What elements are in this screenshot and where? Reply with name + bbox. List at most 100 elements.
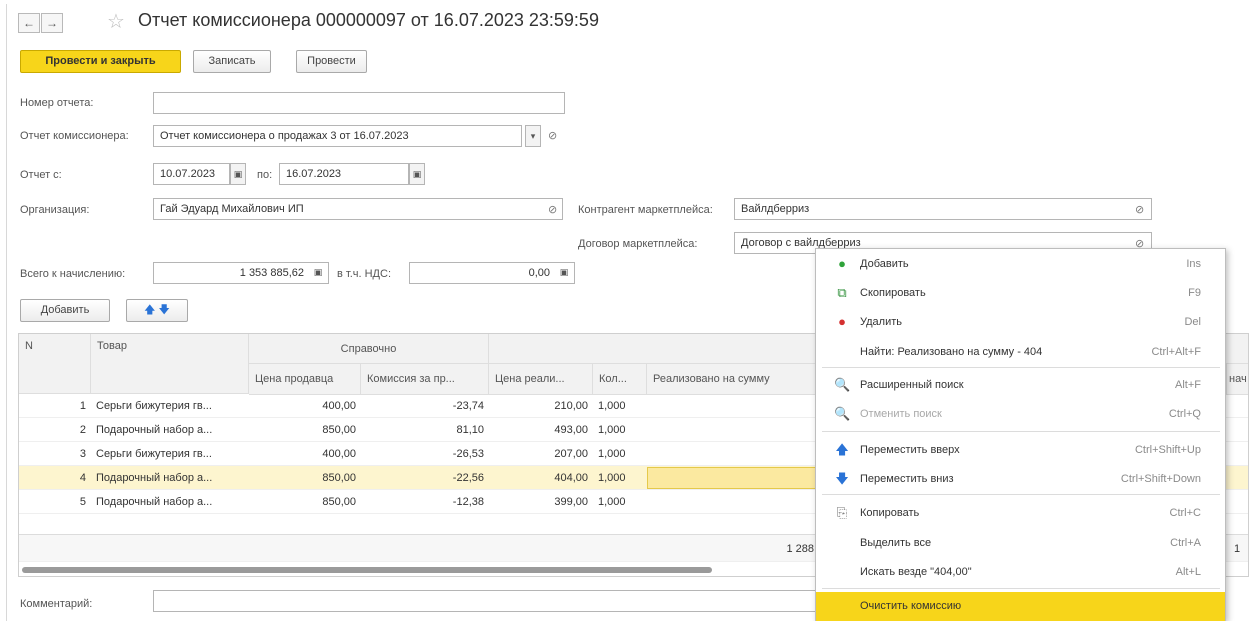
period-to-input[interactable]: 16.07.2023 [279,163,409,185]
sold-sum-edit-cell[interactable] [647,467,827,489]
cell-seller-price[interactable]: 850,00 [249,490,361,514]
context-menu: ● Добавить Ins ⧉ Скопировать F9 ● Удалить Del Най… [815,248,1226,621]
cell-commission[interactable]: -22,56 [361,466,489,490]
menu-item-2[interactable]: ⧉ Скопировать F9 [816,279,1225,308]
cell-commission[interactable]: -12,38 [361,490,489,514]
cell-qty[interactable]: 1,000 [593,394,647,418]
cell-product[interactable]: Подарочный набор а... [91,466,249,490]
post-button[interactable]: Провести [296,50,367,73]
calendar-icon[interactable]: ▣ [409,163,425,185]
cell-product[interactable]: Серьги бижутерия гв... [91,394,249,418]
total-amount-input[interactable]: 1 353 885,62 [153,262,329,284]
menu-item-label: Очистить комиссию [860,600,962,612]
menu-item-label: Расширенный поиск [860,379,964,391]
menu-item-4[interactable]: Найти: Реализовано на сумму - 404 Ctrl+Al… [816,338,1225,367]
forward-icon: → [46,16,58,30]
post-and-close-button[interactable]: Провести и закрыть [20,50,181,73]
open-link-icon[interactable]: ⊘ [548,129,557,142]
cell-product[interactable]: Подарочный набор а... [91,418,249,442]
col-header-commission[interactable]: Комиссия за пр... [361,364,489,395]
col-header-seller-price[interactable]: Цена продавца [249,364,361,395]
menu-item-1[interactable]: ● Добавить Ins [816,250,1225,279]
cell-n[interactable]: 5 [19,490,91,514]
menu-item-label: Найти: Реализовано на сумму - 404 [860,346,1043,358]
menu-item-9[interactable]: ⎘ Копировать Ctrl+C [816,499,1225,528]
commission-report-field[interactable]: Отчет комиссионера о продажах 3 от 16.07… [153,125,522,147]
cell-commission[interactable]: -23,74 [361,394,489,418]
cell-n[interactable]: 3 [19,442,91,466]
menu-item-label: Копировать [860,507,920,519]
cell-n[interactable]: 4 [19,466,91,490]
col-header-sale-price[interactable]: Цена реали... [489,364,593,395]
cell-commission[interactable]: -26,53 [361,442,489,466]
cell-seller-price[interactable]: 400,00 [249,394,361,418]
save-button[interactable]: Записать [193,50,271,73]
cell-sale-price[interactable]: 399,00 [489,490,593,514]
arrow-up-icon[interactable]: 🡅 [144,304,155,316]
table-add-button[interactable]: Добавить [20,299,110,322]
calendar-icon[interactable]: ▣ [230,163,246,185]
forward-button[interactable]: → [41,13,63,33]
col-header-product[interactable]: Товар [91,334,249,394]
organization-label: Организация: [20,204,90,216]
col-header-qty[interactable]: Кол... [593,364,647,395]
contract-label: Договор маркетплейса: [578,238,698,250]
menu-item-12[interactable]: Очистить комиссию [816,592,1225,621]
commission-report-label: Отчет комиссионера: [20,130,129,142]
favorite-star-icon[interactable]: ☆ [107,9,125,34]
menu-item-10[interactable]: Выделить все Ctrl+A [816,529,1225,558]
cell-qty[interactable]: 1,000 [593,466,647,490]
organization-field[interactable]: Гай Эдуард Михайлович ИП [153,198,563,220]
cell-sale-price[interactable]: 207,00 [489,442,593,466]
back-button[interactable]: ← [18,13,40,33]
comment-input[interactable] [153,590,823,612]
period-from-input[interactable]: 10.07.2023 [153,163,230,185]
cell-seller-price[interactable]: 400,00 [249,442,361,466]
cell-commission[interactable]: 81,10 [361,418,489,442]
add-icon: ● [838,256,846,271]
cell-sale-price[interactable]: 493,00 [489,418,593,442]
open-link-icon[interactable]: ⊘ [548,203,557,216]
cancel-search-icon: 🔍 [834,406,851,421]
move-buttons: 🡅 🡇 [126,299,188,322]
calculator-icon[interactable]: ▣ [556,262,572,284]
cell-product[interactable]: Подарочный набор а... [91,490,249,514]
arrow-down-icon[interactable]: 🡇 [159,304,170,316]
cell-qty[interactable]: 1,000 [593,490,647,514]
menu-item-7[interactable]: 🡅 Переместить вверх Ctrl+Shift+Up [816,436,1225,465]
dropdown-chevron-icon[interactable]: ▾ [525,125,541,147]
menu-item-shortcut: Alt+L [1175,566,1201,578]
cell-n[interactable]: 1 [19,394,91,418]
menu-item-label: Выделить все [860,537,932,549]
contractor-field[interactable]: Вайлдберриз [734,198,1152,220]
col-header-accrued[interactable]: нач [1227,364,1248,395]
menu-item-8[interactable]: 🡇 Переместить вниз Ctrl+Shift+Down [816,465,1225,494]
delete-icon: ● [838,314,846,329]
menu-item-shortcut: Alt+F [1175,379,1201,391]
calculator-icon[interactable]: ▣ [310,262,326,284]
period-to-label: по: [257,169,273,181]
cell-qty[interactable]: 1,000 [593,418,647,442]
total-label: Всего к начислению: [20,268,126,280]
menu-item-5[interactable]: 🔍 Расширенный поиск Alt+F [816,371,1225,400]
menu-item-6[interactable]: 🔍 Отменить поиск Ctrl+Q [816,400,1225,429]
menu-separator [822,431,1220,432]
vat-label: в т.ч. НДС: [337,268,392,280]
cell-sale-price[interactable]: 404,00 [489,466,593,490]
cell-n[interactable]: 2 [19,418,91,442]
cell-product[interactable]: Серьги бижутерия гв... [91,442,249,466]
cell-sale-price[interactable]: 210,00 [489,394,593,418]
arrow-down-icon: 🡇 [835,471,849,486]
cell-seller-price[interactable]: 850,00 [249,418,361,442]
open-link-icon[interactable]: ⊘ [1135,203,1144,216]
menu-item-3[interactable]: ● Удалить Del [816,308,1225,337]
comment-label: Комментарий: [20,598,93,610]
horizontal-scrollbar[interactable] [22,567,712,573]
cell-seller-price[interactable]: 850,00 [249,466,361,490]
vat-amount-input[interactable]: 0,00 [409,262,575,284]
copy-row-icon: ⧉ [837,285,847,300]
cell-qty[interactable]: 1,000 [593,442,647,466]
menu-item-11[interactable]: Искать везде "404,00" Alt+L [816,558,1225,587]
report-number-input[interactable] [153,92,565,114]
col-header-n[interactable]: N [19,334,91,394]
